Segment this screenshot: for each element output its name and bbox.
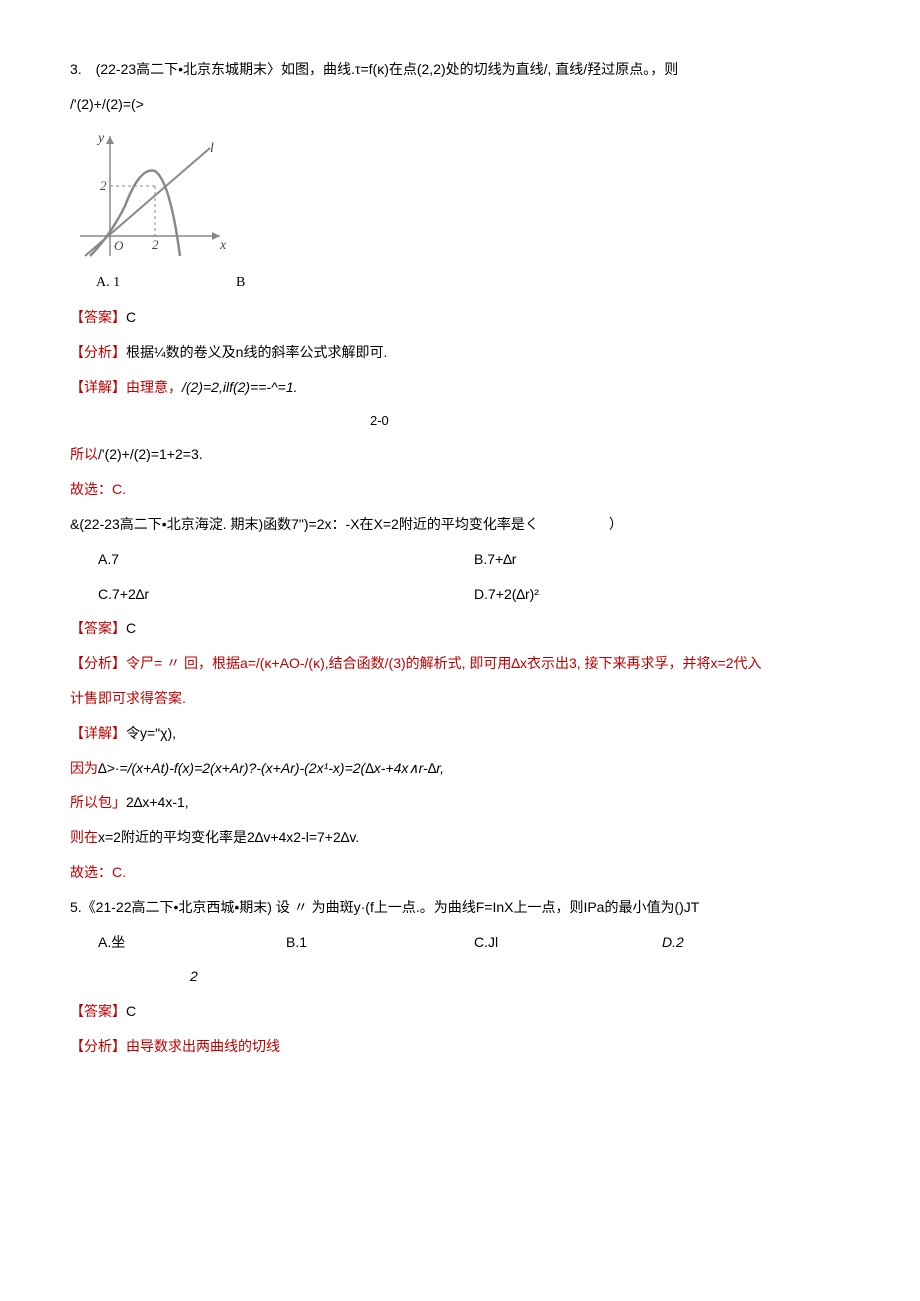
detail-text-2: /'(2)+/(2)=1+2=3. — [98, 446, 203, 462]
analysis-label: 【分析】 — [70, 344, 126, 360]
q5-stem: 5.《21-22高二下•北京西城•期末) 设 〃 为曲斑y·(f上一点.。为曲线… — [70, 892, 850, 923]
svg-text:2: 2 — [100, 178, 107, 193]
q5-option-a-denom: 2 — [190, 961, 850, 992]
q4-detail-2: 因为∆>·=/(x+At)-f(x)=2(x+Ar)?-(x+Ar)-(2x¹-… — [70, 753, 850, 784]
q5-option-d: D.2 — [662, 927, 850, 958]
q3-detail-1c: 2-0 — [370, 407, 850, 436]
q4-option-a: A.7 — [98, 544, 474, 575]
q3-stem-line1: 3. (22-23高二下•北京东城期末〉如图，曲线.τ=f(κ)在点(2,2)处… — [70, 54, 850, 85]
q4-option-c: C.7+2∆r — [98, 579, 474, 610]
q4-analysis-1: 【分析】令尸= 〃 回，根据a=/(κ+AO-/(κ),结合函数/(3)的解析式… — [70, 648, 850, 679]
q3-option-b: B — [236, 268, 245, 299]
q4-option-d: D.7+2(∆r)² — [474, 579, 850, 610]
q5-analysis: 【分析】由导数求出两曲线的切线 — [70, 1031, 850, 1062]
q4-detail-3: 所以包」2∆x+4x-1, — [70, 787, 850, 818]
q3-answer: 【答案】C — [70, 302, 850, 333]
analysis-text: 根据¼数的卷义及n线的斜率公式求解即可. — [126, 344, 387, 360]
q3-detail-1: 【详解】由理意，/(2)=2,ilf(2)==-^=1. — [70, 372, 850, 403]
because-label: 因为 — [70, 760, 98, 776]
detail-text-a: 由理意， — [126, 379, 182, 395]
answer-value: C — [126, 309, 136, 325]
so-label: 所以包」 — [70, 794, 126, 810]
analysis-label: 【分析】 — [70, 655, 126, 671]
so-label: 所以 — [70, 446, 98, 462]
q4-detail-4: 则在x=2附近的平均变化率是2∆v+4x2-l=7+2∆v. — [70, 822, 850, 853]
svg-text:y: y — [96, 131, 105, 146]
curve-tangent-graph: 2 2 O x y l — [70, 126, 230, 266]
detail-text-b: /(2)=2,ilf(2)==-^=1. — [182, 379, 298, 395]
q3-choose: 故选：C. — [70, 474, 850, 505]
detail-text-4b: x=2附近的平均变化率是2∆v+4x2-l=7+2∆v. — [98, 829, 359, 845]
answer-value: C — [126, 1003, 136, 1019]
analysis-label: 【分析】 — [70, 1038, 126, 1054]
answer-label: 【答案】 — [70, 309, 126, 325]
answer-label: 【答案】 — [70, 1003, 126, 1019]
q3-analysis: 【分析】根据¼数的卷义及n线的斜率公式求解即可. — [70, 337, 850, 368]
analysis-text-a: 令尸= 〃 回，根据a=/(κ+AO-/(κ),结合函数/(3)的解析式, 即可… — [126, 655, 762, 671]
detail-label: 【详解】 — [70, 725, 126, 741]
svg-text:O: O — [114, 238, 124, 253]
q4-analysis-2: 计售即可求得答案. — [70, 683, 850, 714]
q3-figure: 2 2 O x y l — [70, 126, 850, 266]
detail-text-3b: 2∆x+4x-1, — [126, 794, 189, 810]
svg-text:x: x — [219, 238, 227, 253]
then-label: 则在 — [70, 829, 98, 845]
q5-options: A.坐 B.1 C.Jl D.2 — [98, 927, 850, 958]
q4-options-row2: C.7+2∆r D.7+2(∆r)² — [98, 579, 850, 610]
answer-label: 【答案】 — [70, 620, 126, 636]
q4-detail-1: 【详解】令y="χ), — [70, 718, 850, 749]
q3-detail-2: 所以/'(2)+/(2)=1+2=3. — [70, 439, 850, 470]
q3-stem-line2: /'(2)+/(2)=(> — [70, 89, 850, 120]
q4-option-b: B.7+∆r — [474, 544, 850, 575]
q5-option-a: A.坐 — [98, 927, 286, 958]
analysis-text: 由导数求出两曲线的切线 — [126, 1038, 280, 1054]
q4-answer: 【答案】C — [70, 613, 850, 644]
q3-options-ab: A. 1 B — [96, 268, 850, 299]
answer-value: C — [126, 620, 136, 636]
detail-text-2b: ∆>·=/(x+At)-f(x)=2(x+Ar)?-(x+Ar)-(2x¹-x)… — [98, 760, 444, 776]
svg-text:2: 2 — [152, 237, 159, 252]
detail-label: 【详解】 — [70, 379, 126, 395]
q5-option-c: C.Jl — [474, 927, 662, 958]
detail-text-1: 令y="χ), — [126, 725, 176, 741]
q4-choose: 故选：C. — [70, 857, 850, 888]
q5-option-b: B.1 — [286, 927, 474, 958]
q4-options-row1: A.7 B.7+∆r — [98, 544, 850, 575]
q5-answer: 【答案】C — [70, 996, 850, 1027]
svg-text:l: l — [210, 141, 214, 156]
q4-stem: &(22-23高二下•北京海淀. 期末)函数7")=2x：-X在X=2附近的平均… — [70, 509, 850, 540]
q3-option-a: A. 1 — [96, 268, 236, 299]
